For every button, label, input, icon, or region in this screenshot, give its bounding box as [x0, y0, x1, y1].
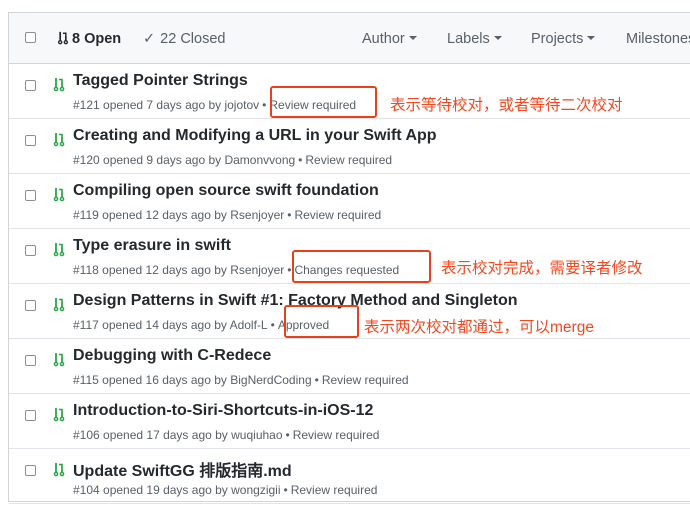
separator-dot: • [283, 483, 288, 497]
chevron-down-icon [587, 36, 596, 41]
pull-request-row: Creating and Modifying a URL in your Swi… [9, 119, 690, 174]
chevron-down-icon [493, 36, 502, 41]
row-checkbox[interactable] [25, 245, 36, 256]
separator-dot: • [314, 373, 319, 387]
projects-filter-dropdown[interactable]: Projects [531, 13, 596, 65]
separator-dot: • [285, 428, 290, 442]
status-highlight-box [292, 250, 431, 283]
separator-dot: • [287, 208, 292, 222]
labels-filter-dropdown[interactable]: Labels [447, 13, 502, 65]
pull-request-row: Introduction-to-Siri-Shortcuts-in-iOS-12… [9, 394, 690, 449]
pull-request-meta: #119 opened 12 days ago by Rsenjoyer • Rev… [73, 208, 381, 222]
pull-request-row: Debugging with C-Redece #115 opened 16 da… [9, 339, 690, 394]
row-checkbox[interactable] [25, 355, 36, 366]
row-checkbox[interactable] [25, 465, 36, 476]
row-checkbox[interactable] [25, 410, 36, 421]
review-status-link[interactable]: Review required [305, 153, 392, 167]
pull-request-title-link[interactable]: Creating and Modifying a URL in your Swi… [73, 127, 437, 145]
open-filter-button[interactable]: 8 Open [57, 13, 121, 65]
opened-by-text: #121 opened 7 days ago by jojotov [73, 98, 260, 112]
list-header: 8 Open ✓ 22 Closed Author Labels Projects… [9, 12, 690, 64]
row-checkbox[interactable] [25, 135, 36, 146]
opened-by-text: #118 opened 12 days ago by Rsenjoyer [73, 263, 285, 277]
pull-request-title-link[interactable]: Introduction-to-Siri-Shortcuts-in-iOS-12 [73, 402, 373, 420]
opened-by-text: #117 opened 14 days ago by Adolf-L [73, 318, 268, 332]
pull-request-row: Compiling open source swift foundation #1… [9, 174, 690, 229]
opened-by-text: #119 opened 12 days ago by Rsenjoyer [73, 208, 285, 222]
open-count-label: 8 Open [72, 31, 122, 47]
pull-request-row: Update SwiftGG 排版指南.md #104 opened 19 day… [9, 449, 690, 504]
author-filter-dropdown[interactable]: Author [362, 13, 417, 65]
pull-request-icon [57, 31, 69, 45]
pull-request-title-link[interactable]: Compiling open source swift foundation [73, 182, 379, 200]
pull-request-meta: #106 opened 17 days ago by wuqiuhao • Revi… [73, 428, 379, 442]
pull-request-title-link[interactable]: Tagged Pointer Strings [73, 72, 248, 90]
pull-request-icon [53, 243, 65, 257]
separator-dot: • [287, 263, 292, 277]
review-status-link[interactable]: Review required [322, 373, 409, 387]
pull-request-icon [53, 78, 65, 92]
separator-dot: • [262, 98, 267, 112]
opened-by-text: #104 opened 19 days ago by wongzigii [73, 483, 281, 497]
opened-by-text: #120 opened 9 days ago by Damonvvong [73, 153, 296, 167]
status-highlight-box [284, 305, 359, 338]
annotation-approved: 表示两次校对都通过，可以merge [364, 319, 594, 336]
pull-request-icon [53, 463, 65, 477]
pull-request-meta: #120 opened 9 days ago by Damonvvong • Rev… [73, 153, 392, 167]
pull-request-icon [53, 353, 65, 367]
pull-request-meta: #104 opened 19 days ago by wongzigii • Rev… [73, 483, 377, 497]
review-status-link[interactable]: Review required [293, 428, 380, 442]
row-checkbox[interactable] [25, 300, 36, 311]
pull-request-icon [53, 133, 65, 147]
annotation-changes-requested: 表示校对完成，需要译者修改 [441, 260, 643, 277]
pull-request-icon [53, 408, 65, 422]
separator-dot: • [298, 153, 303, 167]
chevron-down-icon [408, 36, 417, 41]
pull-request-title-link[interactable]: Type erasure in swift [73, 237, 231, 255]
review-status-link[interactable]: Review required [291, 483, 378, 497]
pull-request-meta: #115 opened 16 days ago by BigNerdCoding… [73, 373, 409, 387]
annotation-review-required: 表示等待校对，或者等待二次校对 [390, 97, 623, 114]
pull-request-icon [53, 298, 65, 312]
milestones-filter-dropdown[interactable]: Milestones [626, 13, 690, 65]
row-checkbox[interactable] [25, 80, 36, 91]
pull-request-title-link[interactable]: Debugging with C-Redece [73, 347, 271, 365]
check-icon: ✓ [143, 31, 156, 47]
row-checkbox[interactable] [25, 190, 36, 201]
opened-by-text: #115 opened 16 days ago by BigNerdCoding [73, 373, 312, 387]
select-all-checkbox[interactable] [25, 32, 36, 43]
closed-count-label: 22 Closed [160, 31, 226, 47]
closed-filter-button[interactable]: ✓ 22 Closed [143, 13, 225, 65]
opened-by-text: #106 opened 17 days ago by wuqiuhao [73, 428, 283, 442]
separator-dot: • [270, 318, 275, 332]
status-highlight-box [270, 86, 377, 118]
review-status-link[interactable]: Review required [294, 208, 381, 222]
pull-request-icon [53, 188, 65, 202]
pull-request-title-link[interactable]: Update SwiftGG 排版指南.md [73, 457, 292, 481]
